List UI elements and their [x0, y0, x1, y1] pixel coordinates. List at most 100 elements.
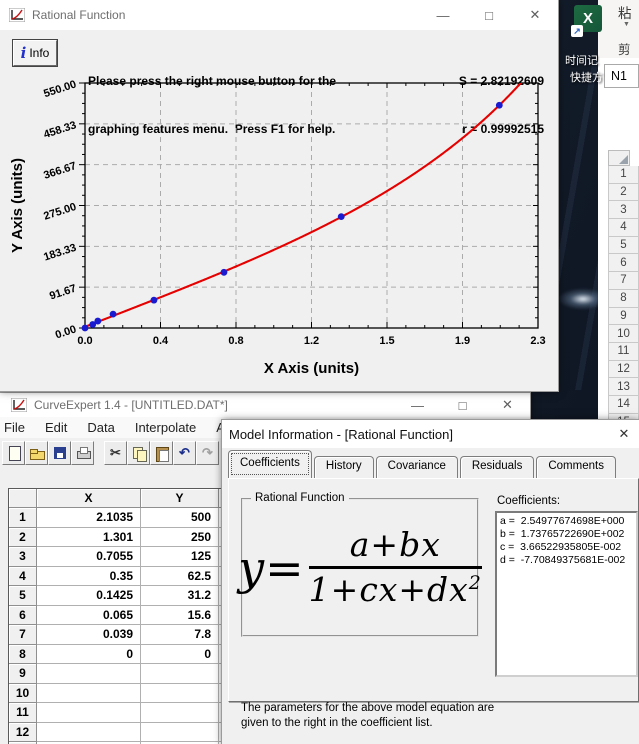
paste-button[interactable]: [150, 441, 173, 465]
menu-data[interactable]: Data: [77, 420, 124, 435]
excel-paste-button[interactable]: 粘: [618, 2, 632, 22]
data-point: [110, 311, 117, 318]
coefficient-line: c = 3.66522935805E-002: [500, 541, 636, 554]
excel-row-number[interactable]: 5: [608, 237, 639, 255]
open-file-icon: [29, 445, 45, 461]
table-row: 21.301250: [9, 528, 233, 548]
shortcut-label-line1[interactable]: 时间记: [565, 52, 598, 68]
table-row: 50.142531.2: [9, 586, 233, 606]
info-button-label: Info: [29, 46, 49, 60]
row-number[interactable]: 11: [9, 703, 37, 723]
row-number[interactable]: 2: [9, 528, 37, 548]
svg-text:1.9: 1.9: [455, 335, 470, 347]
copy-button[interactable]: [127, 441, 150, 465]
excel-row-number[interactable]: 9: [608, 308, 639, 326]
excel-row: 1: [598, 166, 639, 184]
tab-covariance[interactable]: Covariance: [376, 456, 458, 478]
coefficients-listbox[interactable]: a = 2.54977674698E+000b = 1.73765722690E…: [495, 511, 638, 677]
tab-residuals[interactable]: Residuals: [460, 456, 535, 478]
excel-select-all-corner[interactable]: [608, 150, 630, 166]
svg-text:91.67: 91.67: [48, 283, 78, 303]
excel-row: 3: [598, 201, 639, 219]
undo-button[interactable]: ↶: [173, 441, 196, 465]
info-icon: i: [21, 44, 27, 62]
excel-row-number[interactable]: 14: [608, 396, 639, 414]
menu-edit[interactable]: Edit: [35, 420, 77, 435]
excel-name-box[interactable]: N1: [604, 64, 639, 88]
excel-row-number[interactable]: 4: [608, 219, 639, 237]
row-number[interactable]: 3: [9, 547, 37, 567]
maximize-button[interactable]: □: [466, 0, 512, 30]
excel-shortcut-icon[interactable]: X ↗: [574, 5, 602, 32]
svg-text:1.2: 1.2: [304, 335, 319, 347]
close-button[interactable]: ✕: [512, 0, 558, 30]
excel-row-number[interactable]: 3: [608, 201, 639, 219]
new-file-button[interactable]: [2, 441, 25, 465]
column-header-y[interactable]: Y: [141, 489, 219, 508]
close-button[interactable]: ✕: [611, 424, 637, 444]
open-file-button[interactable]: [25, 441, 48, 465]
coefficients-label: Coefficients:: [497, 495, 560, 507]
table-row: 60.06515.6: [9, 606, 233, 626]
excel-row-number[interactable]: 13: [608, 378, 639, 396]
new-file-icon: [6, 445, 22, 461]
undo-icon: ↶: [177, 445, 193, 461]
minimize-button[interactable]: —: [395, 393, 440, 417]
tab-coefficients[interactable]: Coefficients: [228, 450, 312, 478]
svg-text:0.4: 0.4: [153, 335, 169, 347]
excel-cut-button[interactable]: 剪: [618, 39, 631, 58]
parameters-note: The parameters for the above model equat…: [241, 701, 494, 731]
row-number[interactable]: 9: [9, 664, 37, 684]
shortcut-label-line2[interactable]: 快捷方: [570, 69, 603, 85]
redo-button[interactable]: ↷: [196, 441, 219, 465]
maximize-button[interactable]: □: [440, 393, 485, 417]
excel-row-number[interactable]: 7: [608, 272, 639, 290]
minimize-button[interactable]: —: [420, 0, 466, 30]
info-button[interactable]: i Info: [13, 40, 57, 66]
fit-plot[interactable]: 0.00.40.81.21.51.92.30.0091.67183.33275.…: [0, 76, 558, 391]
cut-button[interactable]: ✂: [104, 441, 127, 465]
excel-paste-dropdown-arrow[interactable]: ▼: [623, 21, 630, 28]
data-table[interactable]: XY12.103550021.30125030.705512540.3562.5…: [8, 488, 233, 744]
table-header-row: XY: [9, 489, 233, 508]
row-number[interactable]: 6: [9, 606, 37, 626]
row-number[interactable]: 8: [9, 645, 37, 665]
dialog-titlebar[interactable]: Model Information - [Rational Function]: [222, 420, 639, 448]
data-point: [89, 321, 96, 328]
redo-icon: ↷: [200, 445, 216, 461]
excel-row-number[interactable]: 12: [608, 361, 639, 379]
coefficient-line: a = 2.54977674698E+000: [500, 515, 636, 528]
excel-row: 5: [598, 237, 639, 255]
table-row: 40.3562.5: [9, 567, 233, 587]
column-header-x[interactable]: X: [37, 489, 141, 508]
graph-app-icon: [9, 8, 25, 22]
excel-row-number[interactable]: 2: [608, 184, 639, 202]
tab-comments[interactable]: Comments: [536, 456, 616, 478]
save-file-button[interactable]: [48, 441, 71, 465]
excel-row: 4: [598, 219, 639, 237]
excel-row-number[interactable]: 11: [608, 343, 639, 361]
svg-text:0.00: 0.00: [54, 323, 78, 341]
y-axis-title: Y Axis (units): [9, 158, 26, 253]
row-number[interactable]: 7: [9, 625, 37, 645]
excel-row-number[interactable]: 10: [608, 325, 639, 343]
row-number[interactable]: 4: [9, 567, 37, 587]
row-number[interactable]: 5: [9, 586, 37, 606]
excel-row-number[interactable]: 8: [608, 290, 639, 308]
row-number[interactable]: 12: [9, 723, 37, 743]
dialog-tabbar: CoefficientsHistoryCovarianceResidualsCo…: [228, 450, 618, 478]
excel-row-number[interactable]: 6: [608, 254, 639, 272]
print-button[interactable]: [71, 441, 94, 465]
row-number[interactable]: 10: [9, 684, 37, 704]
menu-file[interactable]: File: [0, 420, 35, 435]
menu-interpolate[interactable]: Interpolate: [125, 420, 206, 435]
excel-row-number[interactable]: 1: [608, 166, 639, 184]
close-button[interactable]: ✕: [485, 393, 530, 417]
svg-text:550.00: 550.00: [42, 78, 78, 100]
tab-history[interactable]: History: [314, 456, 374, 478]
coefficients-tab-panel: Rational Function y= a+bx 1+cx+dx2 The p…: [228, 478, 639, 702]
data-point: [82, 325, 89, 332]
graph-window: Rational Function — □ ✕ i Info Please pr…: [0, 0, 558, 391]
excel-row: 13: [598, 378, 639, 396]
row-number[interactable]: 1: [9, 508, 37, 528]
